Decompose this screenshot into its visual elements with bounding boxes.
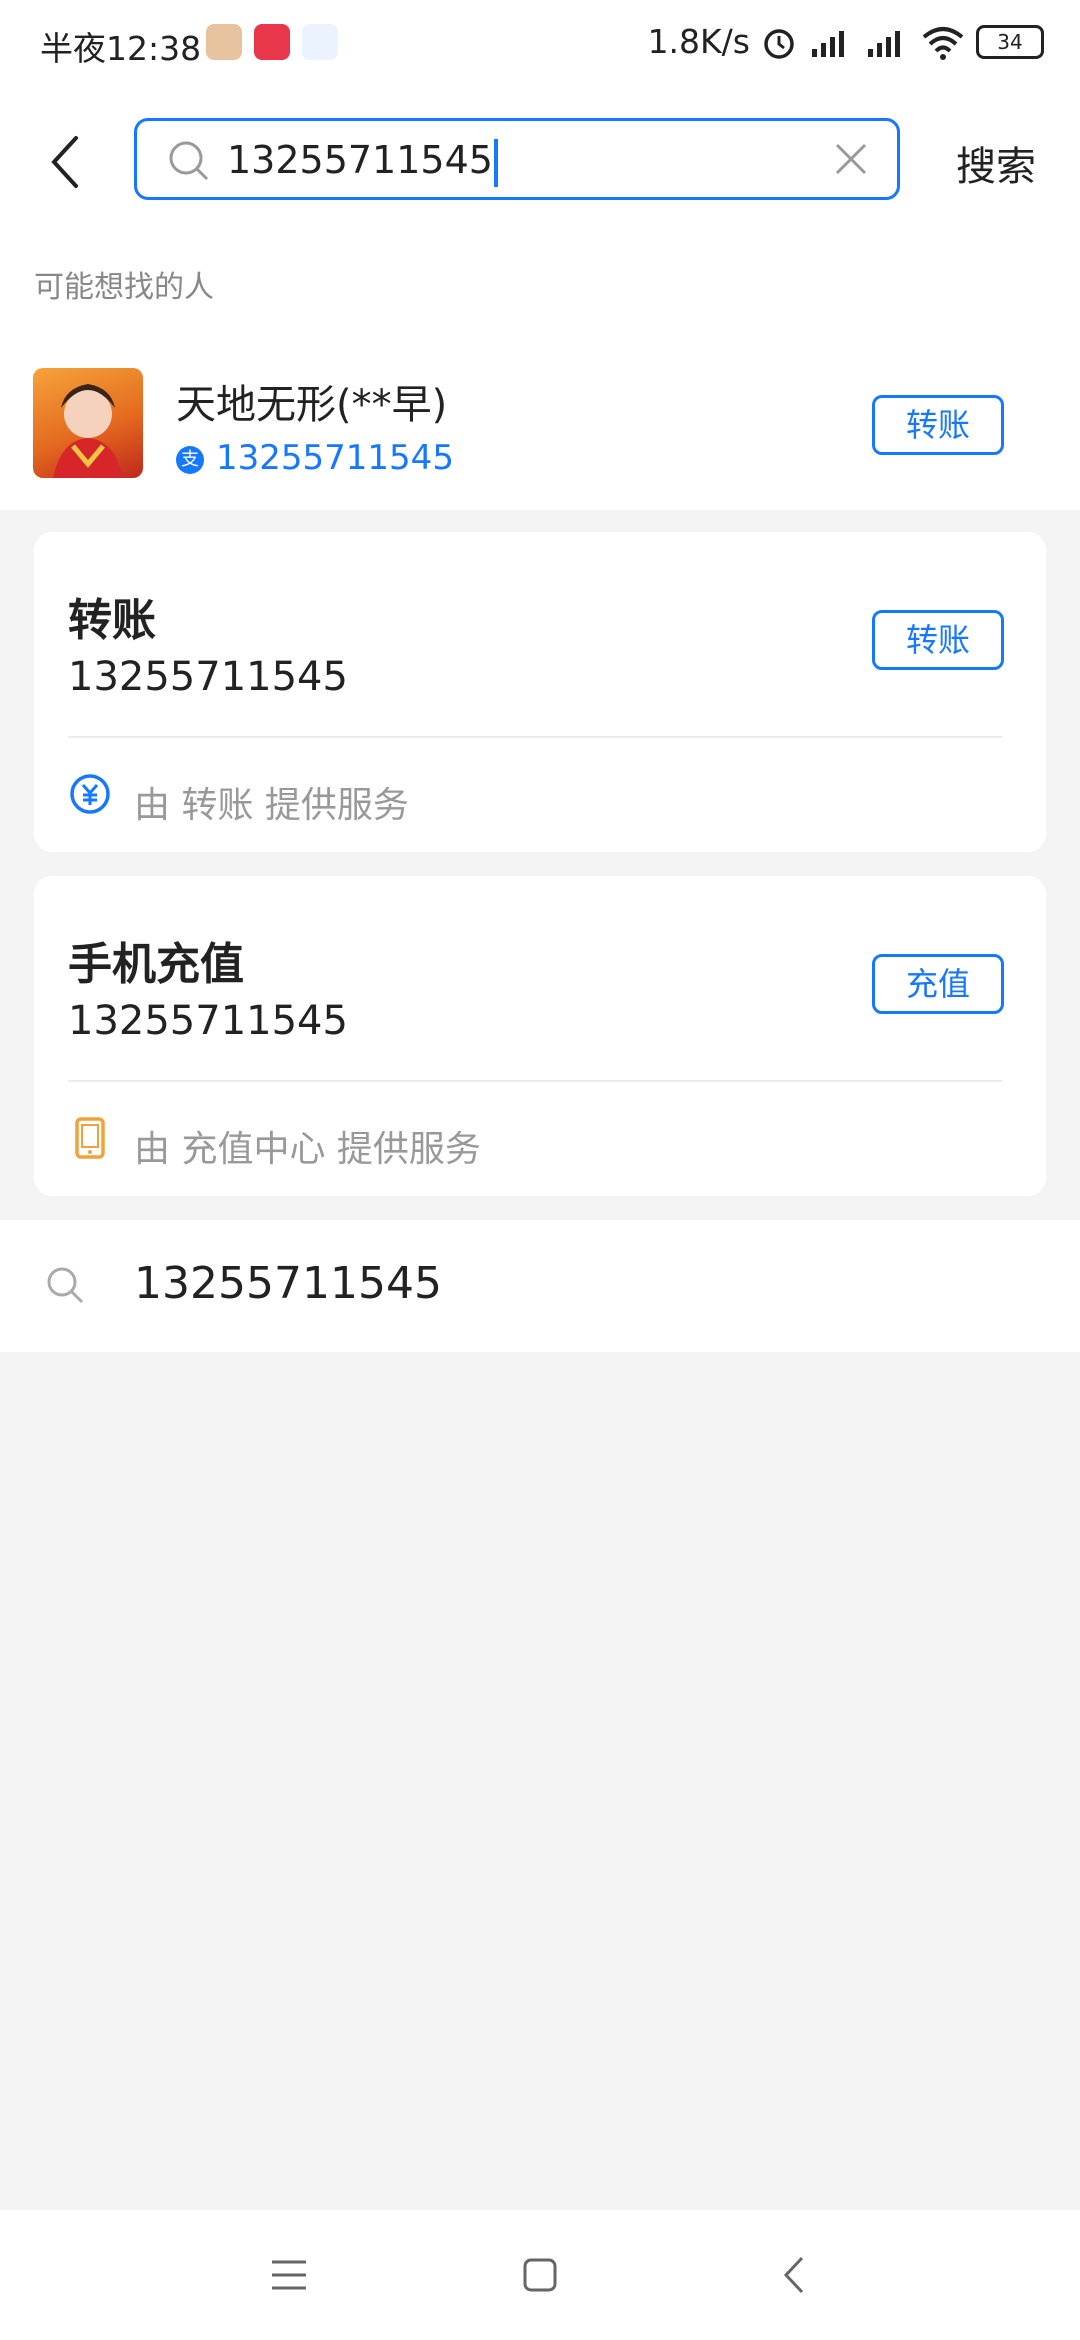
app-notification-icon <box>302 24 338 60</box>
status-time: 半夜12:38 <box>40 29 202 68</box>
search-input[interactable]: 13255711545 <box>134 118 900 200</box>
transfer-provider-text: 由 转账 提供服务 <box>134 785 409 826</box>
recharge-card[interactable]: 手机充值 13255711545 充值 由 充值中心 提供服务 <box>34 876 1046 1196</box>
search-query-text[interactable]: 13255711545 <box>227 135 498 187</box>
card-divider <box>68 1080 1002 1082</box>
wifi-icon <box>922 26 964 60</box>
home-icon[interactable] <box>515 2250 565 2300</box>
app-notification-icon <box>254 24 290 60</box>
menu-icon[interactable] <box>264 2250 314 2300</box>
system-nav-bar <box>0 2210 1080 2340</box>
contact-phone: 13255711545 <box>216 438 454 478</box>
contact-transfer-button[interactable]: 转账 <box>872 395 1004 455</box>
people-section: 可能想找的人 天地无形(**早) 支 13255711545 转账 <box>0 232 1080 510</box>
status-bar: 半夜12:38 1.8K/s 34 <box>0 0 1080 96</box>
avatar-image <box>53 384 123 478</box>
status-indicators: 1.8K/s 34 <box>648 22 1044 61</box>
transfer-card-title: 转账 <box>68 595 156 646</box>
network-speed: 1.8K/s <box>647 22 750 61</box>
signal-hd-icon <box>812 30 844 57</box>
search-icon <box>169 141 209 181</box>
transfer-button[interactable]: 转账 <box>872 610 1004 670</box>
recharge-card-number: 13255711545 <box>68 998 348 1044</box>
search-suggestion[interactable]: 13255711545 <box>0 1220 1080 1352</box>
search-query-value: 13255711545 <box>227 138 493 182</box>
alipay-icon: 支 <box>176 446 204 474</box>
search-button[interactable]: 搜索 <box>956 134 1036 192</box>
signal-hd-icon <box>868 30 900 57</box>
transfer-service-icon <box>70 774 110 814</box>
back-nav-icon[interactable] <box>770 2250 820 2300</box>
recharge-card-title: 手机充值 <box>68 939 244 990</box>
app-notification-icon <box>206 24 242 60</box>
transfer-card-number: 13255711545 <box>68 654 348 700</box>
card-divider <box>68 736 1002 738</box>
recharge-button[interactable]: 充值 <box>872 954 1004 1014</box>
people-section-title: 可能想找的人 <box>34 270 214 305</box>
back-icon[interactable] <box>40 132 92 192</box>
search-icon <box>47 1267 84 1304</box>
search-header: 13255711545 搜索 <box>0 96 1080 232</box>
recharge-provider-text: 由 充值中心 提供服务 <box>134 1129 481 1170</box>
text-caret <box>493 138 498 187</box>
transfer-card[interactable]: 转账 13255711545 转账 由 转账 提供服务 <box>34 532 1046 852</box>
phone-icon <box>75 1117 105 1159</box>
clear-icon[interactable] <box>833 141 869 177</box>
suggestion-text: 13255711545 <box>134 1258 442 1309</box>
contact-name[interactable]: 天地无形(**早) <box>176 372 447 430</box>
battery-icon: 34 <box>976 24 1044 59</box>
alarm-icon <box>764 28 794 59</box>
avatar[interactable] <box>33 368 143 478</box>
